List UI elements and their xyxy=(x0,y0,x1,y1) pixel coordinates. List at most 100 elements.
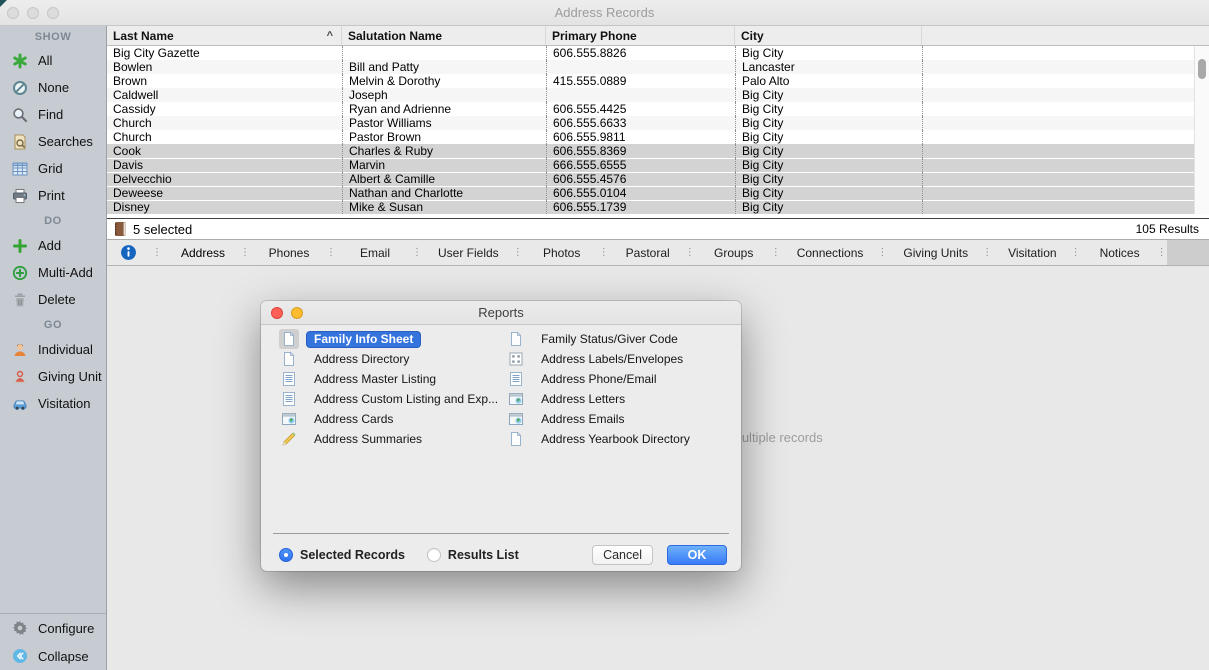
cell-last-name: Brown xyxy=(107,74,342,88)
document-icon xyxy=(506,429,526,449)
table-row[interactable]: Cook Charles & Ruby 606.555.8369 Big Cit… xyxy=(107,144,1209,158)
sidebar-item-all[interactable]: All xyxy=(0,47,106,74)
cell-primary-phone: 415.555.0889 xyxy=(546,74,735,88)
sidebar-item-grid[interactable]: Grid xyxy=(0,155,106,182)
report-item-address-emails[interactable]: Address Emails xyxy=(506,409,729,429)
table-row[interactable]: Disney Mike & Susan 606.555.1739 Big Cit… xyxy=(107,200,1209,214)
table-row[interactable]: Church Pastor Brown 606.555.9811 Big Cit… xyxy=(107,130,1209,144)
tab-visitation[interactable]: Visitation ⋮ xyxy=(992,240,1080,265)
cell-salutation-name: Marvin xyxy=(342,158,546,172)
cell-city: Lancaster xyxy=(735,60,922,74)
tab-separator: ⋮ xyxy=(976,248,992,258)
column-header-salutation-name[interactable]: Salutation Name xyxy=(342,26,546,45)
dialog-divider xyxy=(273,533,729,534)
circle-plus-icon xyxy=(11,264,29,282)
report-item-address-labels-envelopes[interactable]: Address Labels/Envelopes xyxy=(506,349,729,369)
cell-last-name: Delvecchio xyxy=(107,172,342,186)
cell-salutation-name: Joseph xyxy=(342,88,546,102)
column-header-last-name[interactable]: Last Name ^ xyxy=(107,26,342,45)
cell-last-name: Church xyxy=(107,116,342,130)
cell-extra xyxy=(922,88,1209,102)
cell-primary-phone: 606.555.1739 xyxy=(546,200,735,214)
cell-city: Big City xyxy=(735,172,922,186)
selected-records-radio[interactable] xyxy=(279,548,293,562)
tab-notices[interactable]: Notices ⋮ xyxy=(1081,240,1167,265)
report-item-address-custom-listing-and-exp[interactable]: Address Custom Listing and Exp... xyxy=(279,389,506,409)
sidebar-item-searches[interactable]: Searches xyxy=(0,128,106,155)
sidebar-item-add[interactable]: Add xyxy=(0,232,106,259)
sidebar-item-collapse[interactable]: Collapse xyxy=(0,642,106,670)
sidebar-item-individual[interactable]: Individual xyxy=(0,336,106,363)
cell-primary-phone: 606.555.9811 xyxy=(546,130,735,144)
slash-circle-icon xyxy=(11,79,29,97)
partial-row xyxy=(107,214,1209,218)
tab-user-fields[interactable]: User Fields ⋮ xyxy=(422,240,523,265)
minimize-button[interactable] xyxy=(27,7,39,19)
report-item-family-info-sheet[interactable]: Family Info Sheet xyxy=(279,329,506,349)
sidebar-item-visitation[interactable]: Visitation xyxy=(0,390,106,417)
tab-giving-units[interactable]: Giving Units ⋮ xyxy=(887,240,992,265)
sidebar-item-find[interactable]: Find xyxy=(0,101,106,128)
scrollbar-thumb[interactable] xyxy=(1198,59,1206,79)
sidebar-item-giving-unit[interactable]: Giving Unit xyxy=(0,363,106,390)
sidebar-item-configure[interactable]: Configure xyxy=(0,614,106,642)
table-row[interactable]: Brown Melvin & Dorothy 415.555.0889 Palo… xyxy=(107,74,1209,88)
tab-separator: ⋮ xyxy=(320,248,336,258)
report-item-address-phone-email[interactable]: Address Phone/Email xyxy=(506,369,729,389)
table-row[interactable]: Davis Marvin 666.555.6555 Big City xyxy=(107,158,1209,172)
report-item-address-master-listing[interactable]: Address Master Listing xyxy=(279,369,506,389)
table-row[interactable]: Cassidy Ryan and Adrienne 606.555.4425 B… xyxy=(107,102,1209,116)
dialog-minimize-button[interactable] xyxy=(291,307,303,319)
cell-primary-phone: 606.555.4576 xyxy=(546,172,735,186)
table-row[interactable]: Church Pastor Williams 606.555.6633 Big … xyxy=(107,116,1209,130)
tab-address[interactable]: Address ⋮ xyxy=(164,240,250,265)
results-list-radio[interactable] xyxy=(427,548,441,562)
report-item-address-directory[interactable]: Address Directory xyxy=(279,349,506,369)
cell-primary-phone xyxy=(546,60,735,74)
card-globe-icon xyxy=(279,409,299,429)
tab-phones[interactable]: Phones ⋮ xyxy=(250,240,336,265)
ok-button[interactable]: OK xyxy=(667,545,727,565)
tab-photos[interactable]: Photos ⋮ xyxy=(523,240,609,265)
listing-document-icon xyxy=(506,369,526,389)
report-item-address-cards[interactable]: Address Cards xyxy=(279,409,506,429)
sidebar-item-none[interactable]: None xyxy=(0,74,106,101)
dialog-close-button[interactable] xyxy=(271,307,283,319)
report-item-address-yearbook-directory[interactable]: Address Yearbook Directory xyxy=(506,429,729,449)
sidebar-item-multi-add[interactable]: Multi-Add xyxy=(0,259,106,286)
sidebar: SHOW All None Find Searches Grid Print D… xyxy=(0,26,107,670)
report-item-address-letters[interactable]: Address Letters xyxy=(506,389,729,409)
tab-connections[interactable]: Connections ⋮ xyxy=(781,240,888,265)
dialog-traffic-lights xyxy=(271,307,303,319)
report-item-family-status-giver-code[interactable]: Family Status/Giver Code xyxy=(506,329,729,349)
car-icon xyxy=(11,395,29,413)
results-list-radio-group[interactable]: Results List xyxy=(427,548,519,562)
info-icon[interactable] xyxy=(120,244,137,261)
sort-ascending-icon: ^ xyxy=(327,30,335,42)
column-header-extra[interactable] xyxy=(922,26,1209,45)
sidebar-item-delete[interactable]: Delete xyxy=(0,286,106,313)
sidebar-item-print[interactable]: Print xyxy=(0,182,106,209)
tab-separator: ⋮ xyxy=(1151,248,1167,258)
selected-records-radio-group[interactable]: Selected Records xyxy=(279,548,405,562)
tab-pastoral[interactable]: Pastoral ⋮ xyxy=(609,240,695,265)
column-header-city[interactable]: City xyxy=(735,26,922,45)
table-row[interactable]: Big City Gazette 606.555.8826 Big City xyxy=(107,46,1209,60)
column-header-primary-phone[interactable]: Primary Phone xyxy=(546,26,735,45)
table-body: Big City Gazette 606.555.8826 Big City B… xyxy=(107,46,1209,214)
report-item-address-summaries[interactable]: Address Summaries xyxy=(279,429,506,449)
close-button[interactable] xyxy=(7,7,19,19)
tab-email[interactable]: Email ⋮ xyxy=(336,240,422,265)
cancel-button[interactable]: Cancel xyxy=(592,545,653,565)
table-row[interactable]: Bowlen Bill and Patty Lancaster xyxy=(107,60,1209,74)
tab-groups[interactable]: Groups ⋮ xyxy=(695,240,781,265)
vertical-scrollbar[interactable] xyxy=(1194,46,1209,214)
table-row[interactable]: Delvecchio Albert & Camille 606.555.4576… xyxy=(107,172,1209,186)
cell-extra xyxy=(922,102,1209,116)
table-row[interactable]: Deweese Nathan and Charlotte 606.555.010… xyxy=(107,186,1209,200)
person-icon xyxy=(11,341,29,359)
table-row[interactable]: Caldwell Joseph Big City xyxy=(107,88,1209,102)
cell-city: Big City xyxy=(735,46,922,60)
zoom-button[interactable] xyxy=(47,7,59,19)
cell-primary-phone: 666.555.6555 xyxy=(546,158,735,172)
